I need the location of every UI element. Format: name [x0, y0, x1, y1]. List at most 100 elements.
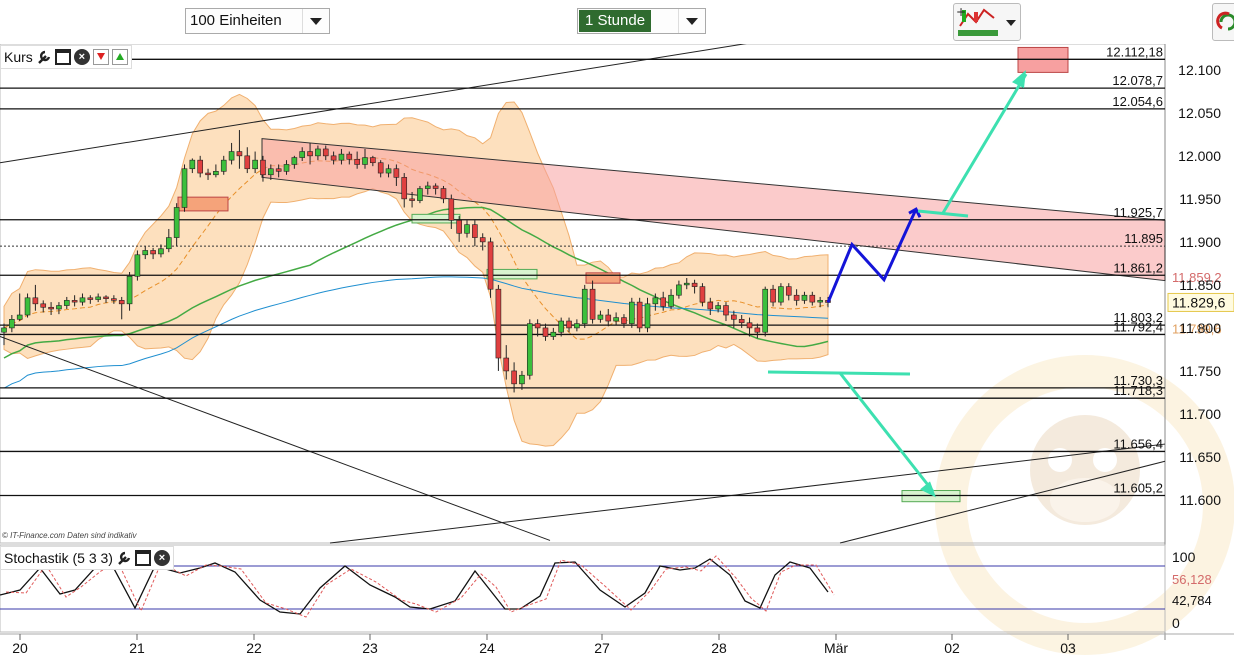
copyright-note: © IT-Finance.com Daten sind indikativ: [2, 531, 137, 540]
candle-body: [275, 168, 282, 172]
level-label: 12.054,6: [1112, 94, 1163, 109]
candle-body: [126, 275, 133, 305]
candle-body: [597, 314, 604, 320]
candle: [581, 284, 588, 328]
candle-body: [550, 331, 557, 337]
move-down-icon[interactable]: [92, 49, 109, 65]
candle-body: [503, 357, 510, 372]
toolbar: 100 Einheiten 1 Stunde +: [0, 0, 1234, 44]
candle-body: [668, 294, 674, 307]
candle-body: [487, 241, 494, 290]
candle-body: [778, 286, 784, 303]
chart[interactable]: 12.112,18 12.078,7 12.054,6 11.925,7 11.861,…: [0, 0, 1234, 663]
chevron-down-icon[interactable]: [302, 9, 329, 33]
close-icon[interactable]: ×: [73, 49, 90, 65]
chevron-down-icon[interactable]: [1006, 20, 1016, 26]
price-panel-header: Kurs ×: [0, 45, 132, 69]
candle-body: [424, 185, 431, 189]
close-icon[interactable]: ×: [153, 550, 170, 566]
level-label: 12.112,18: [1106, 44, 1163, 59]
candle-body: [731, 314, 737, 320]
level-label: 11.656,4: [1113, 436, 1163, 451]
candle-body: [754, 327, 761, 333]
wrench-icon[interactable]: [36, 49, 52, 65]
candle-body: [111, 298, 117, 301]
candle-body: [173, 207, 180, 238]
marker-box-support: [486, 268, 538, 280]
candle-body: [213, 171, 219, 176]
level-label: 11.925,7: [1113, 205, 1163, 220]
level-label: 12.078,7: [1112, 73, 1163, 88]
price-tick-label: 12.100: [1178, 62, 1221, 78]
candle-body: [244, 155, 251, 170]
wrench-icon[interactable]: [116, 550, 132, 566]
indicator-menu-button[interactable]: +: [953, 3, 1021, 41]
candle-body: [268, 168, 274, 176]
window-icon[interactable]: [134, 550, 151, 566]
candle-body: [495, 288, 502, 359]
refresh-icon: [1216, 11, 1234, 31]
stochastic-panel-header: Stochastik (5 3 3) ×: [0, 546, 174, 570]
price-tick-label: 11.700: [1179, 406, 1221, 422]
scenario-arrow-up: [941, 73, 1028, 214]
chevron-down-icon[interactable]: [678, 9, 705, 33]
candle-body: [16, 314, 23, 320]
stoch-axis-min: 0: [1172, 615, 1180, 631]
marker-box-resistance: [585, 272, 621, 284]
candle-body: [409, 198, 415, 201]
candle: [629, 297, 635, 328]
stochastic-panel-title: Stochastik (5 3 3): [4, 550, 113, 566]
candle-body: [793, 294, 800, 301]
candle-body: [417, 188, 423, 201]
candle-body: [32, 297, 39, 305]
x-tick-label: 21: [129, 640, 145, 656]
interval-select[interactable]: 1 Stunde: [577, 8, 706, 34]
scenario-arrow-down: [838, 372, 935, 493]
candle-body: [715, 305, 721, 310]
x-tick-label: 22: [246, 640, 262, 656]
price-tick-label: 11.800: [1179, 320, 1221, 336]
candle-body: [252, 159, 258, 170]
candle-body: [315, 148, 321, 157]
candle-body: [589, 288, 596, 320]
candle: [181, 164, 188, 212]
price-tick-label: 12.050: [1178, 105, 1221, 121]
candle-body: [307, 151, 313, 157]
candle-body: [558, 320, 564, 333]
dashed-level-label: 11.895: [1124, 231, 1163, 246]
candle-body: [464, 224, 470, 234]
candle-body: [770, 288, 776, 303]
candle-body: [283, 164, 290, 172]
candle-body: [362, 157, 368, 165]
candle-body: [723, 305, 729, 316]
candle-body: [330, 155, 337, 161]
candle-body: [1, 327, 7, 333]
refresh-button[interactable]: [1212, 3, 1234, 41]
candle: [487, 237, 494, 298]
x-tick-label: 24: [479, 640, 495, 656]
candle-body: [142, 250, 149, 256]
move-up-icon[interactable]: [111, 49, 128, 65]
scenario-bar-lower: [767, 370, 911, 376]
candle-body: [526, 323, 533, 376]
units-select[interactable]: 100 Einheiten: [185, 8, 330, 34]
candle-body: [228, 151, 235, 161]
candle-body: [354, 158, 360, 165]
svg-text:+: +: [956, 5, 966, 19]
candle-body: [40, 303, 47, 308]
candle: [495, 284, 502, 371]
candle-body: [9, 319, 15, 329]
level-label: 11.605,2: [1113, 481, 1163, 496]
window-icon[interactable]: [54, 49, 71, 65]
price-tick-label: 11.950: [1179, 191, 1221, 207]
price-panel-title: Kurs: [4, 49, 33, 65]
price-tick-label: 11.600: [1179, 492, 1221, 508]
x-tick-label: 27: [594, 640, 610, 656]
x-tick-label: Mär: [824, 640, 848, 656]
candle-body: [166, 237, 172, 250]
candle-body: [699, 286, 706, 303]
candle-body: [432, 185, 439, 189]
candle-body: [809, 294, 816, 303]
candle-body: [87, 297, 94, 300]
units-value: 100 Einheiten: [190, 12, 282, 29]
